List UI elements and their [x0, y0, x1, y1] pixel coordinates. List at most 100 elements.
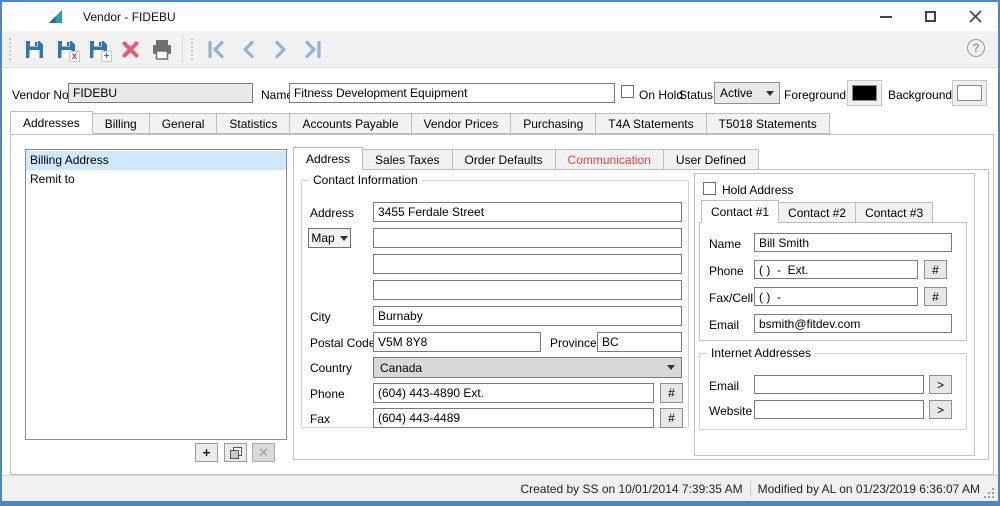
- province-label: Province: [550, 336, 597, 350]
- on-hold-checkbox[interactable]: [621, 85, 634, 98]
- tab-t5018-statements[interactable]: T5018 Statements: [705, 113, 830, 134]
- add-address-button[interactable]: +: [195, 443, 218, 462]
- province-input[interactable]: [597, 332, 682, 352]
- next-record-button[interactable]: [264, 34, 296, 64]
- phone-dial-button[interactable]: #: [660, 383, 683, 403]
- contacts-panel: Hold Address Contact #1 Contact #2 Conta…: [694, 173, 975, 456]
- city-label: City: [310, 310, 331, 324]
- name-input[interactable]: [289, 83, 615, 103]
- list-item-remit-to[interactable]: Remit to: [26, 170, 286, 189]
- delete-address-button[interactable]: ✕: [252, 443, 275, 462]
- tab-contact-3[interactable]: Contact #3: [855, 202, 934, 223]
- tab-communication[interactable]: Communication: [554, 149, 664, 170]
- on-hold-label: On Hold: [639, 88, 684, 102]
- hold-address-checkbox[interactable]: [703, 182, 716, 195]
- delete-button[interactable]: [114, 34, 146, 64]
- save-new-plus-badge: +: [101, 51, 112, 62]
- tab-billing[interactable]: Billing: [91, 113, 150, 134]
- vendor-no-label: Vendor No.: [12, 88, 73, 102]
- contact-fax-dial-button[interactable]: #: [924, 287, 947, 306]
- window-controls: [863, 2, 998, 31]
- tab-t4a-statements[interactable]: T4A Statements: [595, 113, 707, 134]
- inner-tab-bar: Address Sales Taxes Order Defaults Commu…: [293, 147, 759, 170]
- address-line4-input[interactable]: [373, 280, 682, 300]
- tab-purchasing[interactable]: Purchasing: [510, 113, 597, 134]
- first-record-button[interactable]: [200, 34, 232, 64]
- contact-name-input[interactable]: [754, 233, 952, 252]
- save-button[interactable]: [18, 34, 50, 64]
- previous-record-button[interactable]: [232, 34, 264, 64]
- minimize-button[interactable]: [863, 2, 908, 31]
- country-label: Country: [310, 361, 353, 375]
- fax-dial-button[interactable]: #: [660, 408, 683, 428]
- address-tab-page: Contact Information Address Map City Pos…: [293, 169, 989, 460]
- last-record-button[interactable]: [296, 34, 328, 64]
- map-button[interactable]: Map: [308, 228, 351, 248]
- website-go-button[interactable]: >: [929, 400, 952, 419]
- postal-code-input[interactable]: [373, 332, 541, 352]
- address-label: Address: [310, 206, 355, 220]
- toolbar-separator: [182, 35, 183, 63]
- created-by-text: Created by SS on 10/01/2014 7:39:35 AM: [520, 481, 743, 496]
- first-record-icon: [207, 40, 224, 58]
- tab-user-defined[interactable]: User Defined: [662, 149, 759, 170]
- tab-statistics[interactable]: Statistics: [216, 113, 291, 134]
- fax-label: Fax: [310, 412, 331, 426]
- contact-phone-dial-button[interactable]: #: [924, 260, 947, 279]
- tab-general[interactable]: General: [148, 113, 218, 134]
- tab-contact-1[interactable]: Contact #1: [701, 200, 780, 223]
- contact-phone-input[interactable]: [754, 260, 918, 279]
- maximize-button[interactable]: [908, 2, 953, 31]
- resize-grip[interactable]: [984, 488, 995, 499]
- tab-accounts-payable[interactable]: Accounts Payable: [289, 113, 412, 134]
- website-input[interactable]: [754, 400, 924, 419]
- contact-email-label: Email: [709, 318, 740, 332]
- internet-email-input[interactable]: [754, 375, 924, 394]
- foreground-color-button[interactable]: [847, 80, 882, 106]
- status-bar: Created by SS on 10/01/2014 7:39:35 AM M…: [2, 475, 998, 501]
- titlebar: Vendor - FIDEBU: [2, 2, 998, 31]
- address-line2-input[interactable]: [373, 228, 682, 248]
- internet-email-label: Email: [709, 379, 740, 393]
- close-button[interactable]: [953, 2, 998, 31]
- print-button[interactable]: [146, 34, 178, 64]
- tab-addresses[interactable]: Addresses: [10, 111, 93, 134]
- internet-addresses-legend: Internet Addresses: [707, 346, 816, 360]
- phone-label: Phone: [310, 387, 345, 401]
- contact-information-legend: Contact Information: [309, 173, 422, 187]
- tab-order-defaults[interactable]: Order Defaults: [451, 149, 556, 170]
- tab-vendor-prices[interactable]: Vendor Prices: [410, 113, 512, 134]
- tab-sales-taxes[interactable]: Sales Taxes: [362, 149, 453, 170]
- map-button-label: Map: [311, 231, 335, 245]
- background-color-chip: [957, 85, 982, 101]
- background-color-button[interactable]: [952, 80, 987, 106]
- save-close-button[interactable]: x: [50, 34, 82, 64]
- contact-fax-input[interactable]: [754, 287, 918, 306]
- save-icon: [25, 40, 43, 58]
- country-dropdown[interactable]: Canada: [373, 357, 682, 378]
- address-list[interactable]: Billing Address Remit to: [25, 149, 287, 440]
- country-value: Canada: [380, 360, 423, 375]
- contact-email-input[interactable]: [754, 314, 952, 333]
- contact-phone-label: Phone: [709, 264, 744, 278]
- phone-input[interactable]: [373, 383, 654, 403]
- vendor-no-input[interactable]: [68, 83, 253, 103]
- last-record-icon: [304, 40, 321, 58]
- fax-input[interactable]: [373, 408, 654, 428]
- status-dropdown[interactable]: Active: [714, 82, 780, 104]
- contact-name-label: Name: [709, 237, 742, 251]
- app-logo-icon: [49, 9, 62, 23]
- toolbar-grip: [9, 38, 13, 60]
- address-line3-input[interactable]: [373, 254, 682, 274]
- tab-address[interactable]: Address: [293, 147, 364, 170]
- minimize-icon: [879, 15, 892, 18]
- tab-contact-2[interactable]: Contact #2: [778, 202, 857, 223]
- list-item-billing-address[interactable]: Billing Address: [26, 151, 286, 170]
- website-label: Website: [709, 404, 753, 418]
- help-button[interactable]: ?: [967, 39, 985, 57]
- copy-address-button[interactable]: [224, 443, 247, 462]
- save-new-button[interactable]: +: [82, 34, 114, 64]
- city-input[interactable]: [373, 306, 682, 326]
- email-go-button[interactable]: >: [929, 375, 952, 394]
- address-line1-input[interactable]: [373, 202, 682, 222]
